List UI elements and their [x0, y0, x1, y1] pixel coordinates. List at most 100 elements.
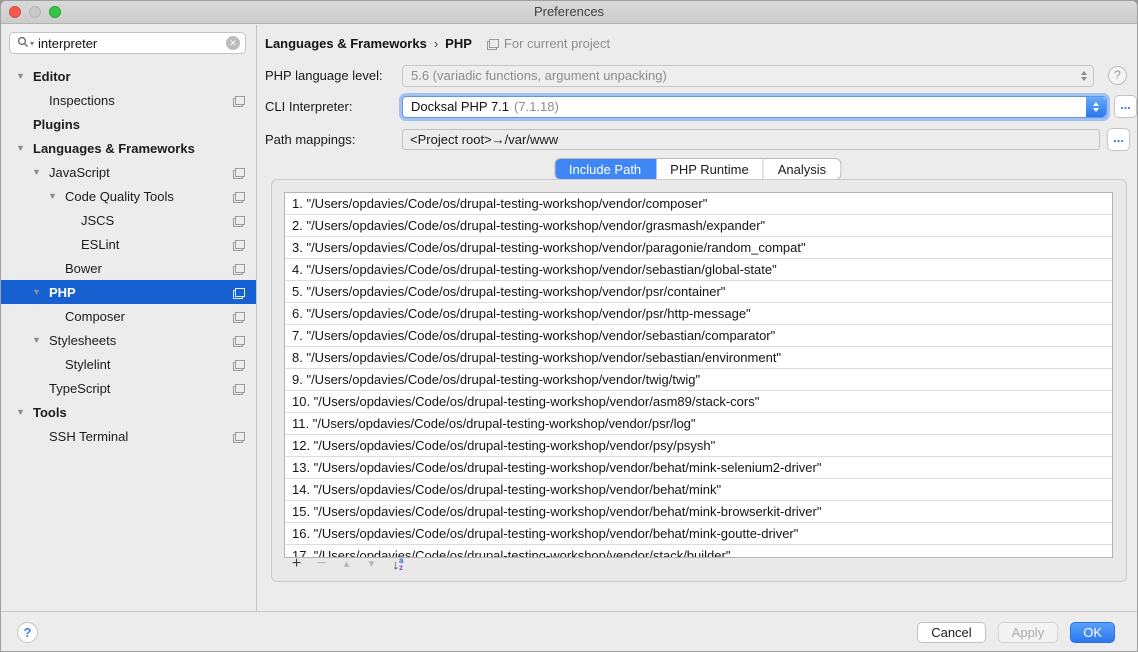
chevron-up-down-icon[interactable]	[1086, 97, 1106, 117]
expand-arrow-icon[interactable]: ▼	[15, 143, 33, 153]
cli-interpreter-browse-button[interactable]: ...	[1114, 95, 1137, 118]
sidebar-item-tools[interactable]: ▼Tools	[1, 400, 256, 424]
include-path-row[interactable]: 14. "/Users/opdavies/Code/os/drupal-test…	[285, 479, 1112, 501]
include-path-row[interactable]: 11. "/Users/opdavies/Code/os/drupal-test…	[285, 413, 1112, 435]
include-path-row[interactable]: 4. "/Users/opdavies/Code/os/drupal-testi…	[285, 259, 1112, 281]
include-path-row[interactable]: 9. "/Users/opdavies/Code/os/drupal-testi…	[285, 369, 1112, 391]
add-path-button[interactable]: +	[284, 555, 309, 573]
list-toolbar: + − ▲ ▼ ↓ a z	[284, 552, 412, 576]
language-level-row: PHP language level: 5.6 (variadic functi…	[265, 64, 1137, 87]
path-mappings-label: Path mappings:	[265, 132, 402, 147]
field-help-icon[interactable]: ?	[1108, 66, 1127, 85]
cli-interpreter-value: Docksal PHP 7.1	[411, 99, 509, 114]
expand-arrow-icon[interactable]: ▼	[15, 407, 33, 417]
per-project-settings-icon	[235, 312, 245, 321]
per-project-settings-icon	[235, 384, 245, 393]
sidebar-item-stylelint[interactable]: Stylelint	[1, 352, 256, 376]
expand-arrow-icon[interactable]: ▼	[15, 71, 33, 81]
sidebar-item-languages-frameworks[interactable]: ▼Languages & Frameworks	[1, 136, 256, 160]
include-path-row[interactable]: 2. "/Users/opdavies/Code/os/drupal-testi…	[285, 215, 1112, 237]
per-project-settings-icon	[235, 288, 245, 297]
per-project-settings-icon	[235, 216, 245, 225]
sidebar-item-label: JSCS	[81, 213, 114, 228]
sidebar-item-label: Editor	[33, 69, 71, 84]
cli-interpreter-select[interactable]: Docksal PHP 7.1 (7.1.18)	[402, 96, 1107, 118]
include-path-row[interactable]: 10. "/Users/opdavies/Code/os/drupal-test…	[285, 391, 1112, 413]
sidebar-item-ssh-terminal[interactable]: SSH Terminal	[1, 424, 256, 448]
sidebar-item-label: SSH Terminal	[49, 429, 128, 444]
sidebar-item-label: Tools	[33, 405, 67, 420]
search-history-caret-icon[interactable]: ▾	[30, 39, 34, 48]
include-path-row[interactable]: 12. "/Users/opdavies/Code/os/drupal-test…	[285, 435, 1112, 457]
breadcrumb-php: PHP	[445, 36, 472, 51]
sidebar-item-php[interactable]: ▼PHP	[1, 280, 256, 304]
breadcrumb: Languages & Frameworks › PHP For current…	[265, 33, 610, 53]
per-project-settings-icon	[235, 336, 245, 345]
tab-php-runtime[interactable]: PHP Runtime	[656, 159, 764, 179]
per-project-settings-icon	[235, 168, 245, 177]
remove-path-button[interactable]: −	[309, 555, 334, 573]
settings-search-input[interactable]: ▾ interpreter ✕	[9, 32, 246, 54]
include-path-row[interactable]: 5. "/Users/opdavies/Code/os/drupal-testi…	[285, 281, 1112, 303]
sidebar-item-eslint[interactable]: ESLint	[1, 232, 256, 256]
per-project-settings-icon	[235, 264, 245, 273]
include-path-row[interactable]: 3. "/Users/opdavies/Code/os/drupal-testi…	[285, 237, 1112, 259]
tab-include-path[interactable]: Include Path	[555, 159, 656, 179]
include-path-row[interactable]: 8. "/Users/opdavies/Code/os/drupal-testi…	[285, 347, 1112, 369]
clear-search-icon[interactable]: ✕	[226, 36, 240, 50]
sort-alphabetically-button[interactable]: ↓ a z	[384, 557, 412, 572]
window-title: Preferences	[1, 1, 1137, 24]
include-path-row[interactable]: 1. "/Users/opdavies/Code/os/drupal-testi…	[285, 193, 1112, 215]
include-path-list[interactable]: 1. "/Users/opdavies/Code/os/drupal-testi…	[284, 192, 1113, 558]
cli-interpreter-label: CLI Interpreter:	[265, 99, 402, 114]
per-project-settings-icon	[235, 192, 245, 201]
sidebar-item-plugins[interactable]: Plugins	[1, 112, 256, 136]
include-path-row[interactable]: 7. "/Users/opdavies/Code/os/drupal-testi…	[285, 325, 1112, 347]
sort-az-icon: a z	[399, 557, 403, 571]
titlebar[interactable]: Preferences	[1, 1, 1137, 24]
include-path-row[interactable]: 13. "/Users/opdavies/Code/os/drupal-test…	[285, 457, 1112, 479]
include-path-row[interactable]: 16. "/Users/opdavies/Code/os/drupal-test…	[285, 523, 1112, 545]
language-level-select[interactable]: 5.6 (variadic functions, argument unpack…	[402, 65, 1094, 87]
include-path-tabs: Include PathPHP RuntimeAnalysis	[554, 158, 841, 180]
sidebar-item-composer[interactable]: Composer	[1, 304, 256, 328]
per-project-settings-icon	[235, 432, 245, 441]
apply-button[interactable]: Apply	[998, 622, 1059, 643]
sidebar-item-label: ESLint	[81, 237, 119, 252]
sidebar-item-jscs[interactable]: JSCS	[1, 208, 256, 232]
include-path-row[interactable]: 6. "/Users/opdavies/Code/os/drupal-testi…	[285, 303, 1112, 325]
sidebar-item-editor[interactable]: ▼Editor	[1, 64, 256, 88]
footer-buttons: Cancel Apply OK	[917, 622, 1115, 643]
sidebar-item-javascript[interactable]: ▼JavaScript	[1, 160, 256, 184]
sidebar-item-bower[interactable]: Bower	[1, 256, 256, 280]
breadcrumb-languages-frameworks[interactable]: Languages & Frameworks	[265, 36, 427, 51]
sidebar-item-code-quality-tools[interactable]: ▼Code Quality Tools	[1, 184, 256, 208]
move-down-button[interactable]: ▼	[359, 559, 384, 570]
sidebar-item-label: Languages & Frameworks	[33, 141, 195, 156]
path-mappings-row: Path mappings: <Project root>→/var/www .…	[265, 128, 1137, 151]
help-button[interactable]: ?	[17, 622, 38, 643]
scope-indicator: For current project	[489, 36, 610, 51]
expand-arrow-icon[interactable]: ▼	[47, 191, 65, 201]
ok-button[interactable]: OK	[1070, 622, 1115, 643]
sidebar-item-typescript[interactable]: TypeScript	[1, 376, 256, 400]
sidebar-item-stylesheets[interactable]: ▼Stylesheets	[1, 328, 256, 352]
include-path-row[interactable]: 15. "/Users/opdavies/Code/os/drupal-test…	[285, 501, 1112, 523]
path-mappings-value: <Project root>→/var/www	[410, 132, 558, 147]
settings-content: Languages & Frameworks › PHP For current…	[258, 25, 1137, 611]
per-project-settings-icon	[235, 240, 245, 249]
sidebar-item-label: Stylesheets	[49, 333, 116, 348]
path-mappings-field[interactable]: <Project root>→/var/www	[402, 129, 1100, 150]
expand-arrow-icon[interactable]: ▼	[31, 167, 49, 177]
sidebar-item-label: PHP	[49, 285, 76, 300]
cancel-button[interactable]: Cancel	[917, 622, 985, 643]
move-up-button[interactable]: ▲	[334, 559, 359, 570]
tab-analysis[interactable]: Analysis	[764, 159, 840, 179]
expand-arrow-icon[interactable]: ▼	[31, 287, 49, 297]
expand-arrow-icon[interactable]: ▼	[31, 335, 49, 345]
sidebar-item-inspections[interactable]: Inspections	[1, 88, 256, 112]
sidebar-item-label: Composer	[65, 309, 125, 324]
language-level-label: PHP language level:	[265, 68, 402, 83]
path-mappings-browse-button[interactable]: ...	[1107, 128, 1130, 151]
sidebar-item-label: Bower	[65, 261, 102, 276]
